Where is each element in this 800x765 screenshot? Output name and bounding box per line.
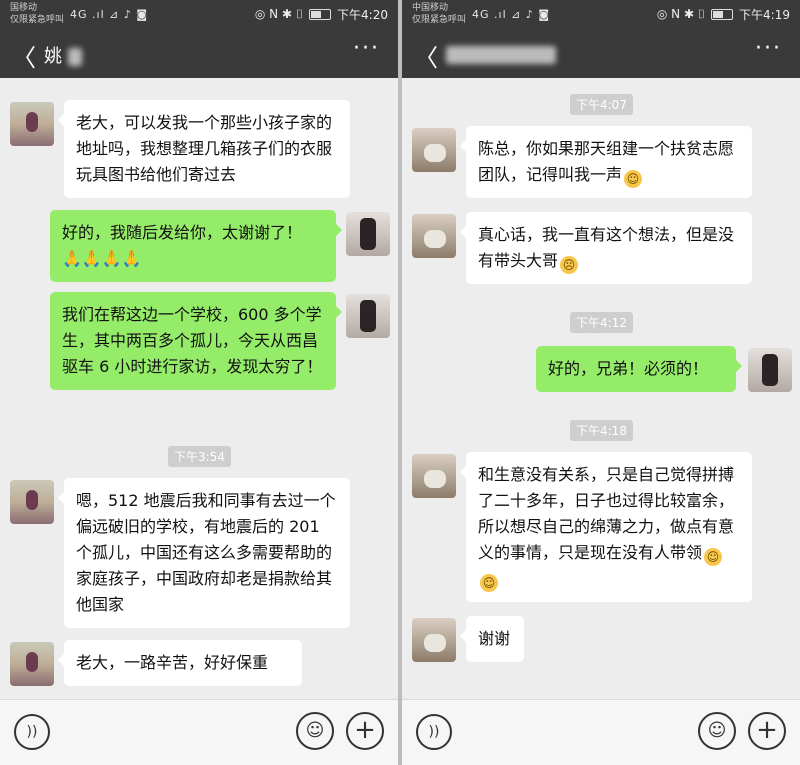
message-text: 陈总，你如果那天组建一个扶贫志愿团队，记得叫我一声	[478, 139, 735, 184]
screenshot-collage: 国移动 仅限紧急呼叫 4G .ıl ⊿ ♪ ◙ ◎ N ✱ ⌷ 下午4:20 〈…	[0, 0, 800, 765]
status-bar: 国移动 仅限紧急呼叫 4G .ıl ⊿ ♪ ◙ ◎ N ✱ ⌷ 下午4:20	[0, 0, 398, 28]
timestamp: 下午4:07	[570, 94, 633, 115]
smile-emoji-icon: ☺	[624, 170, 643, 188]
message-text: 真心话，我一直有这个想法，但是没有带头大哥	[478, 225, 735, 270]
incoming-message[interactable]: 嗯，512 地震后我和同事有去过一个偏远破旧的学校，有地震后的 201 个孤儿，…	[58, 478, 350, 628]
status-time: 下午4:20	[337, 8, 388, 22]
incoming-message[interactable]: 老大，可以发我一个那些小孩子家的地址吗，我想整理几箱孩子们的衣服玩具图书给他们寄…	[58, 100, 350, 198]
incoming-message[interactable]: 老大，一路辛苦，好好保重	[58, 640, 302, 686]
incoming-message[interactable]: 和生意没有关系，只是自己觉得拼搏了二十多年，日子也过得比较富余，所以想尽自己的绵…	[460, 452, 752, 602]
plus-icon[interactable]: +	[748, 712, 786, 750]
status-right: ◎ N ✱ ⌷ 下午4:20	[255, 6, 388, 23]
battery-icon	[711, 9, 734, 20]
carrier-name: 国移动	[10, 3, 38, 13]
more-options-icon[interactable]: ···	[755, 36, 782, 61]
sad-emoji-icon: ☹	[560, 256, 579, 274]
system-icons: ◎ N ✱ ⌷	[656, 7, 706, 21]
message-text: 和生意没有关系，只是自己觉得拼搏了二十多年，日子也过得比较富余，所以想尽自己的绵…	[478, 465, 735, 562]
input-bar: )) ☺ +	[402, 699, 800, 765]
voice-icon[interactable]: ))	[14, 714, 50, 750]
blurred-name	[446, 46, 556, 64]
emoji-icon[interactable]: ☺	[296, 712, 334, 750]
back-icon[interactable]: 〈	[414, 38, 438, 73]
emoji-icon[interactable]: ☺	[698, 712, 736, 750]
more-options-icon[interactable]: ···	[353, 36, 380, 61]
contact-avatar[interactable]	[412, 618, 456, 662]
self-avatar[interactable]	[346, 212, 390, 256]
timestamp: 下午4:18	[570, 420, 633, 441]
outgoing-message[interactable]: 好的，我随后发给你，太谢谢了！ 🙏🙏🙏🙏	[50, 210, 342, 282]
status-right: ◎ N ✱ ⌷ 下午4:19	[657, 6, 790, 23]
message-list: 下午4:07 陈总，你如果那天组建一个扶贫志愿团队，记得叫我一声 ☺ 真心话，我一…	[402, 78, 800, 700]
carrier-text: 中国移动 仅限紧急呼叫	[412, 2, 466, 26]
self-avatar[interactable]	[748, 348, 792, 392]
plus-icon[interactable]: +	[346, 712, 384, 750]
voice-icon[interactable]: ))	[416, 714, 452, 750]
right-chat-panel: 中国移动 仅限紧急呼叫 4G .ıl ⊿ ♪ ◙ ◎ N ✱ ⌷ 下午4:19 …	[402, 0, 800, 765]
incoming-message[interactable]: 陈总，你如果那天组建一个扶贫志愿团队，记得叫我一声 ☺	[460, 126, 752, 198]
contact-avatar[interactable]	[10, 480, 54, 524]
pray-emoji-icons: 🙏🙏🙏🙏	[62, 249, 142, 268]
contact-name: 姚	[44, 46, 62, 67]
back-icon[interactable]: 〈	[12, 38, 36, 73]
chat-header: 〈 ···	[402, 28, 800, 78]
message-list: 老大，可以发我一个那些小孩子家的地址吗，我想整理几箱孩子们的衣服玩具图书给他们寄…	[0, 78, 398, 700]
status-bar: 中国移动 仅限紧急呼叫 4G .ıl ⊿ ♪ ◙ ◎ N ✱ ⌷ 下午4:19	[402, 0, 800, 28]
smile-emoji-icon: ☺	[704, 548, 723, 566]
timestamp: 下午3:54	[168, 446, 231, 467]
contact-avatar[interactable]	[10, 102, 54, 146]
blurred-name	[67, 48, 82, 66]
timestamp: 下午4:12	[570, 312, 633, 333]
contact-avatar[interactable]	[10, 642, 54, 686]
message-text: 好的，我随后发给你，太谢谢了！	[62, 223, 303, 242]
chat-title	[446, 44, 556, 65]
emergency-only-text: 仅限紧急呼叫	[10, 15, 65, 25]
status-time: 下午4:19	[739, 8, 790, 22]
smile-emoji-icon: ☺	[480, 574, 498, 592]
chat-header: 〈 姚 ···	[0, 28, 398, 78]
carrier-name: 中国移动	[412, 3, 449, 13]
outgoing-message[interactable]: 好的，兄弟！必须的！	[536, 346, 742, 392]
contact-avatar[interactable]	[412, 128, 456, 172]
incoming-message[interactable]: 谢谢	[460, 616, 524, 662]
battery-icon	[309, 9, 332, 20]
carrier-text: 国移动 仅限紧急呼叫	[10, 2, 64, 26]
chat-title: 姚	[44, 42, 82, 68]
contact-avatar[interactable]	[412, 214, 456, 258]
self-avatar[interactable]	[346, 294, 390, 338]
outgoing-message[interactable]: 我们在帮这边一个学校，600 多个学生，其中两百多个孤儿，今天从西昌驱车 6 小…	[50, 292, 342, 390]
contact-avatar[interactable]	[412, 454, 456, 498]
emergency-only-text: 仅限紧急呼叫	[412, 15, 467, 25]
incoming-message[interactable]: 真心话，我一直有这个想法，但是没有带头大哥 ☹	[460, 212, 752, 284]
signal-icons: 4G .ıl ⊿ ♪ ◙	[70, 8, 149, 21]
input-bar: )) ☺ +	[0, 699, 398, 765]
left-chat-panel: 国移动 仅限紧急呼叫 4G .ıl ⊿ ♪ ◙ ◎ N ✱ ⌷ 下午4:20 〈…	[0, 0, 398, 765]
signal-icons: 4G .ıl ⊿ ♪ ◙	[472, 8, 551, 21]
system-icons: ◎ N ✱ ⌷	[254, 7, 304, 21]
